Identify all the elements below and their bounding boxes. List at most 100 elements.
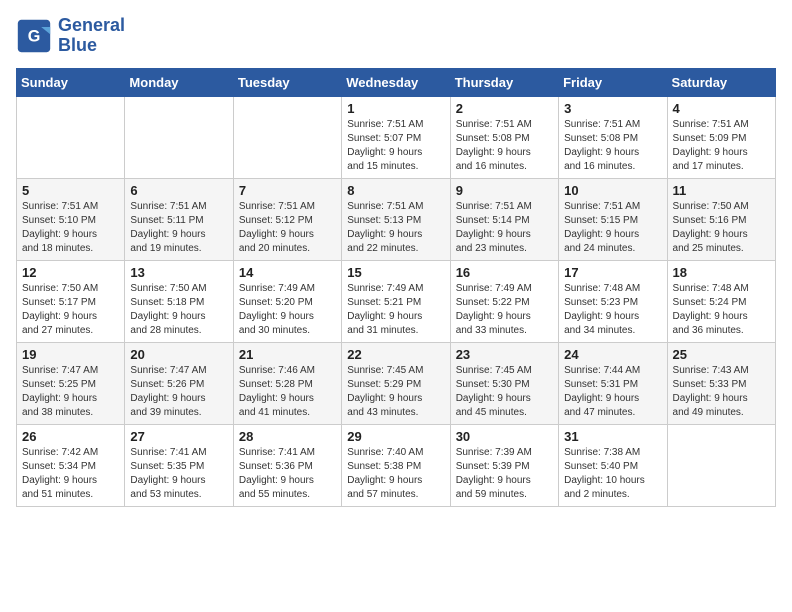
day-number: 19 [22,347,119,362]
calendar-cell [125,96,233,178]
calendar-cell: 29 Sunrise: 7:40 AM Sunset: 5:38 PM Dayli… [342,424,450,506]
calendar-cell: 3Sunrise: 7:51 AM Sunset: 5:08 PM Daylig… [559,96,667,178]
calendar-cell [17,96,125,178]
day-number: 16 [456,265,553,280]
calendar-cell [667,424,775,506]
calendar-cell: 13Sunrise: 7:50 AM Sunset: 5:18 PM Dayli… [125,260,233,342]
day-number: 4 [673,101,770,116]
day-info: Sunrise: 7:49 AM Sunset: 5:21 PM Dayligh… [347,282,444,338]
day-info: Sunrise: 7:51 AM Sunset: 5:12 PM Dayligh… [239,200,336,256]
day-number: 24 [564,347,661,362]
calendar-cell: 26 Sunrise: 7:42 AM Sunset: 5:34 PM Dayli… [17,424,125,506]
calendar-week-row: 1 Sunrise: 7:51 AM Sunset: 5:07 PM Daylig… [17,96,776,178]
calendar-cell: 21 Sunrise: 7:46 AM Sunset: 5:28 PM Dayli… [233,342,341,424]
day-info: Sunrise: 7:51 AM Sunset: 5:11 PM Dayligh… [130,200,227,256]
day-number: 14 [239,265,336,280]
day-number: 7 [239,183,336,198]
day-info: Sunrise: 7:51 AM Sunset: 5:14 PM Dayligh… [456,200,553,256]
calendar-cell: 9 Sunrise: 7:51 AM Sunset: 5:14 PM Daylig… [450,178,558,260]
calendar-cell: 6Sunrise: 7:51 AM Sunset: 5:11 PM Daylig… [125,178,233,260]
calendar-cell: 20 Sunrise: 7:47 AM Sunset: 5:26 PM Dayli… [125,342,233,424]
day-number: 5 [22,183,119,198]
calendar-cell: 31 Sunrise: 7:38 AM Sunset: 5:40 PM Dayli… [559,424,667,506]
day-number: 30 [456,429,553,444]
calendar-week-row: 26 Sunrise: 7:42 AM Sunset: 5:34 PM Dayli… [17,424,776,506]
calendar-cell: 11 Sunrise: 7:50 AM Sunset: 5:16 PM Dayli… [667,178,775,260]
calendar-cell: 30 Sunrise: 7:39 AM Sunset: 5:39 PM Dayli… [450,424,558,506]
calendar-cell: 27 Sunrise: 7:41 AM Sunset: 5:35 PM Dayli… [125,424,233,506]
day-number: 29 [347,429,444,444]
logo-text: General Blue [58,16,125,56]
day-number: 23 [456,347,553,362]
day-info: Sunrise: 7:51 AM Sunset: 5:08 PM Dayligh… [456,118,553,174]
page-header: G General Blue [16,16,776,56]
day-number: 18 [673,265,770,280]
day-info: Sunrise: 7:39 AM Sunset: 5:39 PM Dayligh… [456,446,553,502]
weekday-header-wednesday: Wednesday [342,68,450,96]
day-info: Sunrise: 7:50 AM Sunset: 5:16 PM Dayligh… [673,200,770,256]
logo: G General Blue [16,16,125,56]
day-number: 17 [564,265,661,280]
day-info: Sunrise: 7:46 AM Sunset: 5:28 PM Dayligh… [239,364,336,420]
calendar-cell: 7 Sunrise: 7:51 AM Sunset: 5:12 PM Daylig… [233,178,341,260]
day-info: Sunrise: 7:41 AM Sunset: 5:35 PM Dayligh… [130,446,227,502]
calendar-cell: 25 Sunrise: 7:43 AM Sunset: 5:33 PM Dayli… [667,342,775,424]
calendar-cell: 14 Sunrise: 7:49 AM Sunset: 5:20 PM Dayli… [233,260,341,342]
calendar-cell: 16 Sunrise: 7:49 AM Sunset: 5:22 PM Dayli… [450,260,558,342]
weekday-header-tuesday: Tuesday [233,68,341,96]
calendar-cell: 12Sunrise: 7:50 AM Sunset: 5:17 PM Dayli… [17,260,125,342]
weekday-header-thursday: Thursday [450,68,558,96]
weekday-header-friday: Friday [559,68,667,96]
day-info: Sunrise: 7:51 AM Sunset: 5:09 PM Dayligh… [673,118,770,174]
calendar-cell: 17 Sunrise: 7:48 AM Sunset: 5:23 PM Dayli… [559,260,667,342]
day-info: Sunrise: 7:47 AM Sunset: 5:25 PM Dayligh… [22,364,119,420]
calendar-cell: 24 Sunrise: 7:44 AM Sunset: 5:31 PM Dayli… [559,342,667,424]
day-info: Sunrise: 7:40 AM Sunset: 5:38 PM Dayligh… [347,446,444,502]
day-info: Sunrise: 7:45 AM Sunset: 5:29 PM Dayligh… [347,364,444,420]
day-number: 22 [347,347,444,362]
day-info: Sunrise: 7:44 AM Sunset: 5:31 PM Dayligh… [564,364,661,420]
day-number: 1 [347,101,444,116]
weekday-header-saturday: Saturday [667,68,775,96]
day-info: Sunrise: 7:50 AM Sunset: 5:18 PM Dayligh… [130,282,227,338]
calendar-cell: 23 Sunrise: 7:45 AM Sunset: 5:30 PM Dayli… [450,342,558,424]
day-number: 27 [130,429,227,444]
weekday-header-sunday: Sunday [17,68,125,96]
day-number: 20 [130,347,227,362]
calendar-cell: 5 Sunrise: 7:51 AM Sunset: 5:10 PM Daylig… [17,178,125,260]
day-info: Sunrise: 7:51 AM Sunset: 5:10 PM Dayligh… [22,200,119,256]
svg-text:G: G [28,27,41,45]
day-info: Sunrise: 7:51 AM Sunset: 5:07 PM Dayligh… [347,118,444,174]
day-number: 2 [456,101,553,116]
day-number: 21 [239,347,336,362]
day-number: 25 [673,347,770,362]
day-info: Sunrise: 7:49 AM Sunset: 5:20 PM Dayligh… [239,282,336,338]
day-number: 15 [347,265,444,280]
day-info: Sunrise: 7:51 AM Sunset: 5:15 PM Dayligh… [564,200,661,256]
calendar-cell: 1 Sunrise: 7:51 AM Sunset: 5:07 PM Daylig… [342,96,450,178]
day-info: Sunrise: 7:51 AM Sunset: 5:08 PM Dayligh… [564,118,661,174]
day-number: 11 [673,183,770,198]
calendar-cell: 19 Sunrise: 7:47 AM Sunset: 5:25 PM Dayli… [17,342,125,424]
day-info: Sunrise: 7:47 AM Sunset: 5:26 PM Dayligh… [130,364,227,420]
calendar-week-row: 5 Sunrise: 7:51 AM Sunset: 5:10 PM Daylig… [17,178,776,260]
calendar-cell: 22 Sunrise: 7:45 AM Sunset: 5:29 PM Dayli… [342,342,450,424]
calendar-week-row: 12Sunrise: 7:50 AM Sunset: 5:17 PM Dayli… [17,260,776,342]
day-number: 9 [456,183,553,198]
day-info: Sunrise: 7:43 AM Sunset: 5:33 PM Dayligh… [673,364,770,420]
day-info: Sunrise: 7:48 AM Sunset: 5:23 PM Dayligh… [564,282,661,338]
calendar-cell: 4 Sunrise: 7:51 AM Sunset: 5:09 PM Daylig… [667,96,775,178]
day-info: Sunrise: 7:45 AM Sunset: 5:30 PM Dayligh… [456,364,553,420]
day-number: 12 [22,265,119,280]
day-number: 10 [564,183,661,198]
calendar-header-row: SundayMondayTuesdayWednesdayThursdayFrid… [17,68,776,96]
day-info: Sunrise: 7:48 AM Sunset: 5:24 PM Dayligh… [673,282,770,338]
weekday-header-monday: Monday [125,68,233,96]
day-info: Sunrise: 7:49 AM Sunset: 5:22 PM Dayligh… [456,282,553,338]
day-number: 31 [564,429,661,444]
calendar-cell: 18 Sunrise: 7:48 AM Sunset: 5:24 PM Dayli… [667,260,775,342]
day-number: 26 [22,429,119,444]
day-info: Sunrise: 7:38 AM Sunset: 5:40 PM Dayligh… [564,446,661,502]
day-info: Sunrise: 7:42 AM Sunset: 5:34 PM Dayligh… [22,446,119,502]
calendar-cell: 8Sunrise: 7:51 AM Sunset: 5:13 PM Daylig… [342,178,450,260]
